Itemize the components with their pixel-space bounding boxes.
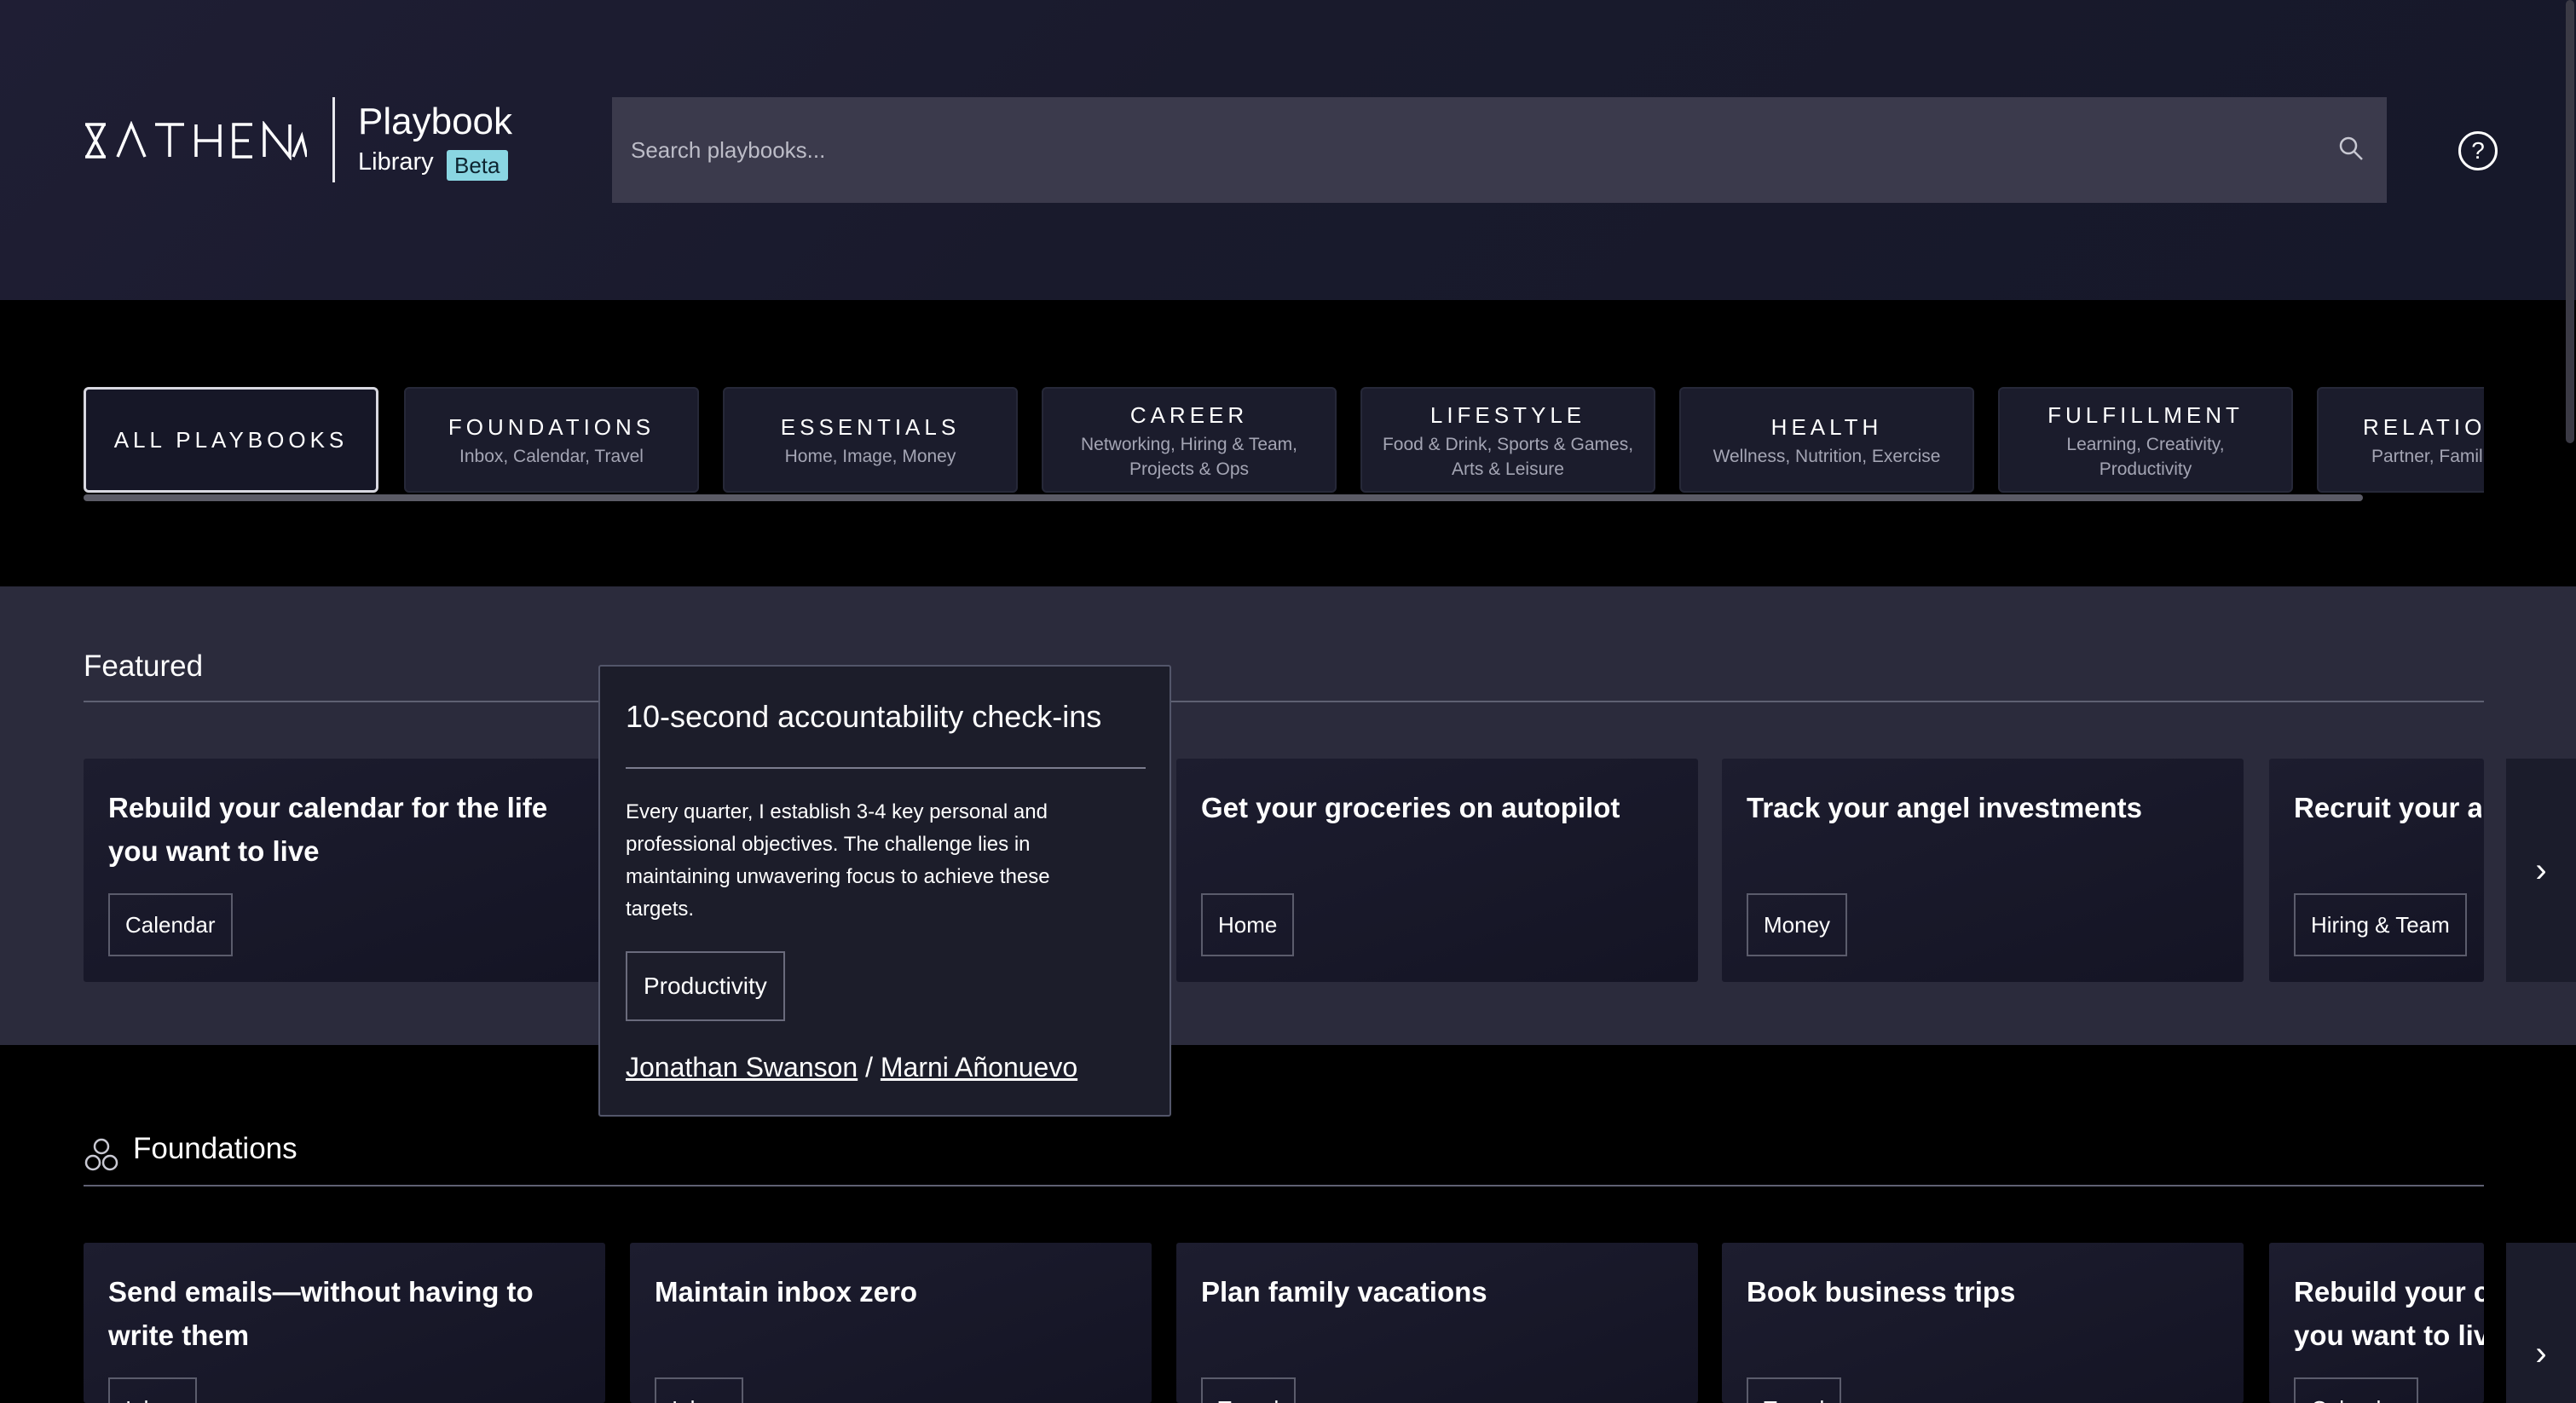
tab-foundations[interactable]: FOUNDATIONS Inbox, Calendar, Travel: [404, 387, 699, 493]
tab-title: FULFILLMENT: [2048, 402, 2244, 428]
playbook-card[interactable]: Send emails—without having to write them…: [84, 1243, 605, 1403]
playbook-card[interactable]: Track your angel investments Money: [1722, 759, 2244, 982]
foundations-divider: [84, 1185, 2484, 1186]
page-scrollbar[interactable]: [2566, 0, 2574, 443]
search-box: [612, 97, 2387, 203]
featured-heading: Featured: [84, 650, 204, 683]
author-separator: /: [865, 1052, 873, 1083]
card-tag[interactable]: Inbox: [655, 1377, 743, 1403]
foundations-icon: [84, 1137, 119, 1173]
playbook-popover[interactable]: 10-second accountability check-ins Every…: [598, 665, 1171, 1117]
card-tag[interactable]: Travel: [1747, 1377, 1842, 1403]
playbook-card[interactable]: Book business trips Travel: [1722, 1243, 2244, 1403]
popover-divider: [626, 767, 1146, 769]
tab-all-playbooks[interactable]: ALL PLAYBOOKS: [84, 387, 378, 493]
search-input[interactable]: [631, 97, 2302, 203]
tab-title: FOUNDATIONS: [448, 414, 656, 440]
brand-subtitle: Library: [358, 148, 434, 176]
tab-description: Inbox, Calendar, Travel: [459, 447, 644, 466]
tab-fulfillment[interactable]: FULFILLMENT Learning, Creativity, Produc…: [1998, 387, 2293, 493]
playbook-card[interactable]: Get your groceries on autopilot Home: [1176, 759, 1698, 982]
tab-description: Learning, Creativity, Productivity: [2066, 435, 2225, 479]
tab-career[interactable]: CAREER Networking, Hiring & Team, Projec…: [1042, 387, 1337, 493]
card-title: Send emails—without having to write them: [108, 1276, 534, 1351]
tab-title: LIFESTYLE: [1430, 402, 1586, 428]
card-tag[interactable]: Hiring & Team: [2294, 893, 2467, 956]
tab-lifestyle[interactable]: LIFESTYLE Food & Drink, Sports & Games, …: [1360, 387, 1655, 493]
tab-title: ALL PLAYBOOKS: [113, 427, 349, 453]
featured-section: Featured Rebuild your calendar for the l…: [0, 586, 2576, 1045]
card-title: Rebuild your calendar for the life you w…: [108, 792, 548, 867]
tab-title: HEALTH: [1770, 414, 1883, 440]
tab-essentials[interactable]: ESSENTIALS Home, Image, Money: [723, 387, 1018, 493]
tab-description: Wellness, Nutrition, Exercise: [1713, 447, 1941, 466]
card-tag[interactable]: Calendar: [108, 893, 233, 956]
card-title: Maintain inbox zero: [655, 1276, 918, 1308]
foundations-next-button[interactable]: ›: [2506, 1243, 2576, 1403]
playbook-card[interactable]: Maintain inbox zero Inbox: [630, 1243, 1152, 1403]
tab-relationships[interactable]: RELATION Partner, Famil: [2317, 387, 2484, 493]
card-tag[interactable]: Calendar: [2294, 1377, 2418, 1403]
tab-title: ESSENTIALS: [780, 414, 961, 440]
featured-divider: [84, 701, 2484, 702]
header: Playbook Library Beta ?: [0, 0, 2576, 300]
athena-logo[interactable]: [84, 121, 307, 160]
search-icon[interactable]: [2337, 135, 2365, 162]
tab-health[interactable]: HEALTH Wellness, Nutrition, Exercise: [1679, 387, 1974, 493]
popover-title: 10-second accountability check-ins: [626, 699, 1102, 734]
card-title: Rebuild your c you want to liv: [2294, 1276, 2484, 1351]
popover-description: Every quarter, I establish 3-4 key perso…: [626, 800, 1050, 921]
tab-description: Partner, Famil: [2371, 447, 2483, 466]
playbook-card[interactable]: Rebuild your calendar for the life you w…: [84, 759, 605, 982]
featured-next-button[interactable]: ›: [2506, 759, 2576, 982]
card-title: Get your groceries on autopilot: [1201, 792, 1620, 823]
card-title: Track your angel investments: [1747, 792, 2143, 823]
help-button[interactable]: ?: [2458, 131, 2498, 170]
tab-title: RELATION: [2363, 414, 2484, 440]
foundations-heading: Foundations: [133, 1132, 297, 1165]
card-tag[interactable]: Home: [1201, 893, 1295, 956]
beta-badge: Beta: [447, 150, 508, 181]
author-link[interactable]: Marni Añonuevo: [881, 1052, 1077, 1083]
card-title: Recruit your al: [2294, 792, 2481, 823]
tab-description: Networking, Hiring & Team, Projects & Op…: [1080, 435, 1298, 479]
category-tabs: ALL PLAYBOOKS FOUNDATIONS Inbox, Calenda…: [84, 387, 2484, 493]
popover-tag[interactable]: Productivity: [626, 951, 785, 1021]
popover-authors: Jonathan Swanson / Marni Añonuevo: [626, 1052, 1077, 1083]
card-tag[interactable]: Travel: [1201, 1377, 1297, 1403]
card-tag[interactable]: Inbox: [108, 1377, 197, 1403]
brand-title: Playbook: [358, 101, 513, 142]
tab-title: CAREER: [1129, 402, 1249, 428]
card-title: Plan family vacations: [1201, 1276, 1487, 1308]
tab-description: Home, Image, Money: [784, 447, 956, 466]
logo-divider: [332, 97, 335, 182]
playbook-card[interactable]: Recruit your al Hiring & Team: [2269, 759, 2484, 982]
playbook-card[interactable]: Plan family vacations Travel: [1176, 1243, 1698, 1403]
playbook-card[interactable]: Rebuild your c you want to liv Calendar: [2269, 1243, 2484, 1403]
tab-description: Food & Drink, Sports & Games, Arts & Lei…: [1382, 435, 1634, 479]
playbook-library-page: Playbook Library Beta ? ALL PLAYBOOKS FO…: [0, 0, 2576, 1403]
card-tag[interactable]: Money: [1747, 893, 1848, 956]
card-title: Book business trips: [1747, 1276, 2016, 1308]
tabs-scrollbar[interactable]: [84, 494, 2363, 501]
author-link[interactable]: Jonathan Swanson: [626, 1052, 858, 1083]
